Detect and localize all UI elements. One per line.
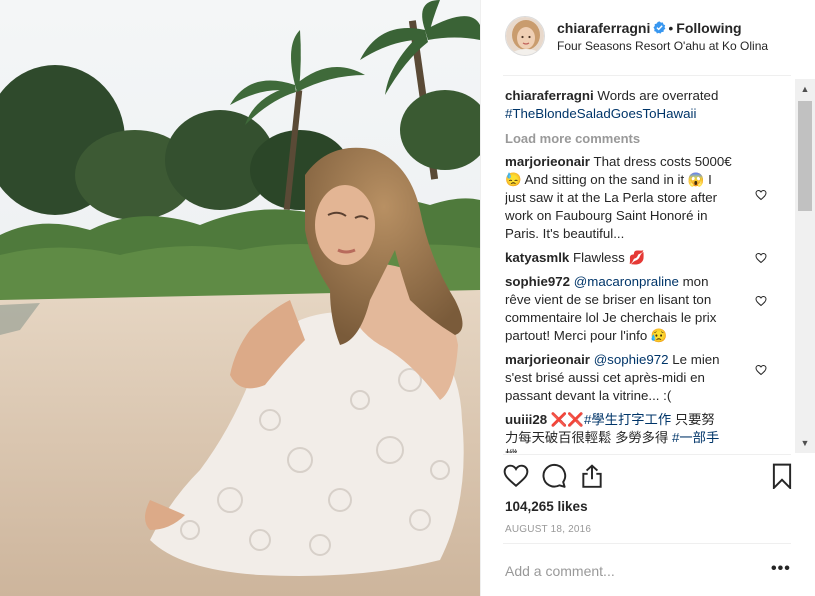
- comment-text-line: commentaire lol Je cherchais le prix: [505, 310, 717, 325]
- scroll-down-arrow-icon[interactable]: ▼: [795, 433, 815, 453]
- small-heart-icon[interactable]: [755, 189, 767, 201]
- location-link[interactable]: Four Seasons Resort O'ahu at Ko Olina: [557, 39, 768, 53]
- divider: [503, 543, 791, 544]
- comment-item: sophie972 @macaronpraline mon rêve vient…: [505, 273, 773, 345]
- following-button[interactable]: Following: [676, 20, 741, 36]
- caption-text: Words are overrated: [597, 88, 719, 103]
- comment-text-line: Le mien: [672, 352, 720, 367]
- caption: chiaraferragni Words are overrated #TheB…: [505, 87, 773, 123]
- comment-item: marjorieonair @sophie972 Le mien s'est b…: [505, 351, 773, 405]
- comment-text-line: Paris. It's beautiful...: [505, 226, 625, 241]
- comment-text-line: just saw it at the La Perla store after: [505, 190, 718, 205]
- caption-hashtag[interactable]: #TheBlondeSaladGoesToHawaii: [505, 106, 696, 121]
- divider: [503, 454, 791, 455]
- caption-username[interactable]: chiaraferragni: [505, 88, 594, 103]
- scroll-thumb[interactable]: [798, 101, 812, 211]
- action-bar: [503, 463, 795, 491]
- comment-text-line: 只要努: [674, 412, 715, 427]
- add-comment-input[interactable]: [505, 561, 755, 581]
- comment-text-line: partout! Merci pour l'info 😥: [505, 328, 668, 343]
- comment-text-line: work on Faubourg Saint Honoré in: [505, 208, 708, 223]
- load-more-comments-button[interactable]: Load more comments: [505, 130, 773, 148]
- small-heart-icon[interactable]: [755, 364, 767, 376]
- post-photo[interactable]: [0, 0, 480, 596]
- comment-mention[interactable]: @sophie972: [594, 352, 669, 367]
- comment-text-line: mon: [682, 274, 709, 289]
- scroll-up-arrow-icon[interactable]: ▲: [795, 79, 815, 99]
- likes-count[interactable]: 104,265 likes: [505, 499, 588, 514]
- avatar[interactable]: [505, 16, 545, 56]
- comment-text-line: 😓 And sitting on the sand in it 😱 I: [505, 172, 712, 187]
- username-link[interactable]: chiaraferragni: [557, 20, 650, 36]
- share-upload-icon[interactable]: [579, 463, 605, 489]
- comment-username[interactable]: marjorieonair: [505, 352, 590, 367]
- heart-outline-icon[interactable]: [503, 463, 529, 489]
- comment-text-line: s'est brisé aussi cet après-midi en: [505, 370, 705, 385]
- comment-mention[interactable]: @macaronpraline: [574, 274, 679, 289]
- divider: [503, 75, 791, 76]
- comment-item: marjorieonair That dress costs 5000€ 😓 A…: [505, 153, 773, 243]
- comment-username[interactable]: uuiii28: [505, 412, 547, 427]
- comment-hashtag[interactable]: #學生打字工作: [584, 412, 671, 427]
- comments-scrollbar[interactable]: ▲ ▼: [795, 79, 815, 453]
- small-heart-icon[interactable]: [755, 295, 767, 307]
- more-options-icon[interactable]: •••: [771, 560, 791, 578]
- comment-item: katyasmlk Flawless 💋: [505, 249, 773, 267]
- header-line: chiaraferragni • Following: [557, 20, 742, 36]
- comment-hashtag[interactable]: #一部手: [672, 430, 719, 445]
- comment-text-line: Flawless 💋: [573, 250, 646, 265]
- comment-text-line: 力每天破百很輕鬆 多勞多得: [505, 430, 669, 445]
- bookmark-icon[interactable]: [769, 463, 795, 489]
- separator-dot: •: [668, 20, 674, 36]
- comment-text-line: rêve vient de se briser en lisant ton: [505, 292, 712, 307]
- comment-text-line: 機: [505, 448, 518, 453]
- comment-prefix: ❌❌: [550, 412, 584, 427]
- comment-username[interactable]: sophie972: [505, 274, 570, 289]
- comment-username[interactable]: marjorieonair: [505, 154, 590, 169]
- verified-badge-icon: [653, 21, 666, 34]
- comment-text-line: passant devant la vitrine... :(: [505, 388, 672, 403]
- post-header: chiaraferragni • Following Four Seasons Re…: [503, 14, 815, 62]
- comment-username[interactable]: katyasmlk: [505, 250, 569, 265]
- comment-text-line: That dress costs 5000€: [593, 154, 732, 169]
- comment-item: uuiii28 ❌❌#學生打字工作 只要努 力每天破百很輕鬆 多勞多得 #一部手…: [505, 411, 773, 453]
- comments-list: chiaraferragni Words are overrated #TheB…: [505, 79, 773, 453]
- small-heart-icon[interactable]: [755, 252, 767, 264]
- post-date[interactable]: AUGUST 18, 2016: [505, 524, 591, 535]
- post-side-panel: chiaraferragni • Following Four Seasons Re…: [480, 0, 815, 596]
- speech-bubble-icon[interactable]: [541, 463, 567, 489]
